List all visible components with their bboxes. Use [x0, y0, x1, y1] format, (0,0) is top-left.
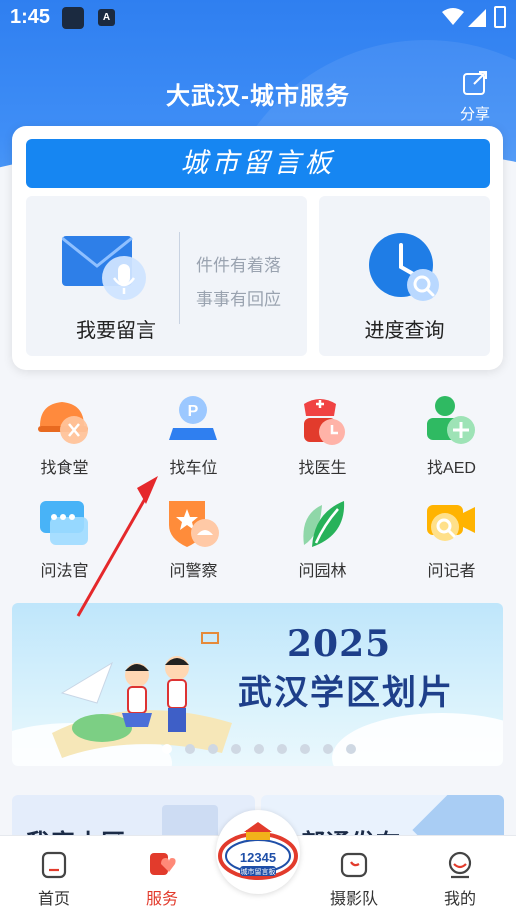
carousel-dot[interactable]	[300, 744, 310, 754]
mail-microphone-icon	[62, 236, 146, 300]
share-label: 分享	[459, 106, 490, 123]
carousel-dot[interactable]	[277, 744, 287, 754]
slogan-line-1: 件件有着落	[196, 256, 281, 275]
services-icon	[150, 853, 176, 875]
service-label: 找医生	[298, 460, 347, 477]
service-find-canteen[interactable]: 找食堂	[0, 392, 129, 492]
service-label: 问记者	[427, 563, 476, 580]
service-label: 问警察	[169, 563, 218, 580]
service-label: 找AED	[427, 460, 476, 477]
slogan-line-2: 事事有回应	[196, 290, 281, 309]
judge-chat-icon	[40, 501, 88, 545]
home-icon	[41, 851, 67, 879]
clock-search-icon	[369, 233, 439, 301]
promo-banner[interactable]: 2025 武汉学区划片	[12, 603, 503, 766]
nav-label: 服务	[145, 891, 178, 908]
message-board-banner[interactable]: 城市留言板	[26, 139, 490, 188]
progress-query-label: 进度查询	[364, 320, 445, 342]
doctor-icon	[304, 399, 345, 445]
nav-label: 摄影队	[329, 891, 378, 908]
nav-photography[interactable]: 摄影队	[314, 850, 394, 909]
hotline-number: 12345	[240, 850, 276, 865]
service-find-doctor[interactable]: 找医生	[258, 392, 387, 492]
nav-home[interactable]: 首页	[14, 850, 94, 909]
aed-icon	[427, 396, 475, 444]
service-ask-judge[interactable]: 问法官	[0, 495, 129, 595]
service-find-aed[interactable]: 找AED	[387, 392, 516, 492]
carousel-dot[interactable]	[323, 744, 333, 754]
leave-message-label: 我要留言	[76, 320, 156, 342]
camera-icon	[340, 852, 368, 878]
carousel-indicator	[162, 741, 369, 759]
profile-icon	[448, 851, 472, 879]
carousel-dot-active[interactable]	[162, 744, 172, 754]
share-icon	[463, 71, 487, 95]
notification-square-icon	[62, 7, 84, 29]
carousel-dot[interactable]	[185, 744, 195, 754]
wifi-icon	[442, 8, 464, 25]
carousel-dot[interactable]	[231, 744, 241, 754]
carousel-dot[interactable]	[346, 744, 356, 754]
service-ask-gardens[interactable]: 问园林	[258, 495, 387, 595]
status-time: 1:45	[10, 6, 51, 28]
service-label: 问园林	[298, 563, 347, 580]
divider	[179, 232, 180, 324]
parking-icon: P	[169, 396, 217, 440]
service-ask-reporter[interactable]: 问记者	[387, 495, 516, 595]
hotline-12345-button[interactable]: 12345 城市留言板	[216, 810, 300, 894]
status-bar: 1:45 A	[0, 0, 516, 36]
signal-icon	[468, 9, 486, 27]
svg-text:P: P	[188, 403, 199, 420]
battery-icon	[494, 6, 506, 28]
service-ask-police[interactable]: 问警察	[129, 495, 258, 595]
service-label: 找食堂	[40, 460, 89, 477]
nav-mine[interactable]: 我的	[420, 850, 500, 909]
service-label: 找车位	[169, 460, 218, 477]
leaf-icon	[303, 501, 345, 547]
nav-services[interactable]: 服务	[122, 850, 202, 909]
carousel-dot[interactable]	[254, 744, 264, 754]
carousel-dot[interactable]	[208, 744, 218, 754]
nav-label: 我的	[443, 891, 476, 908]
canteen-icon	[38, 402, 88, 444]
promo-title: 武汉学区划片	[238, 674, 454, 712]
message-board-card: 城市留言板 我要留言 件件有着落 事事有回应 进度查询	[12, 126, 503, 370]
share-button[interactable]: 分享	[455, 70, 495, 124]
nav-label: 首页	[37, 891, 70, 908]
page-title: 大武汉-城市服务	[166, 83, 350, 110]
service-find-parking[interactable]: P 找车位	[129, 392, 258, 492]
reporter-camera-icon	[427, 505, 475, 541]
progress-query-button[interactable]: 进度查询	[319, 196, 490, 356]
app-notification-icon: A	[98, 9, 115, 26]
promo-year: 2025	[287, 623, 392, 665]
police-badge-icon	[169, 501, 219, 547]
leave-message-button[interactable]: 我要留言 件件有着落 事事有回应	[26, 196, 307, 356]
hotline-caption: 城市留言板	[241, 867, 276, 876]
hotline-12345-logo: 12345 城市留言板	[218, 822, 298, 880]
service-label: 问法官	[40, 563, 89, 580]
